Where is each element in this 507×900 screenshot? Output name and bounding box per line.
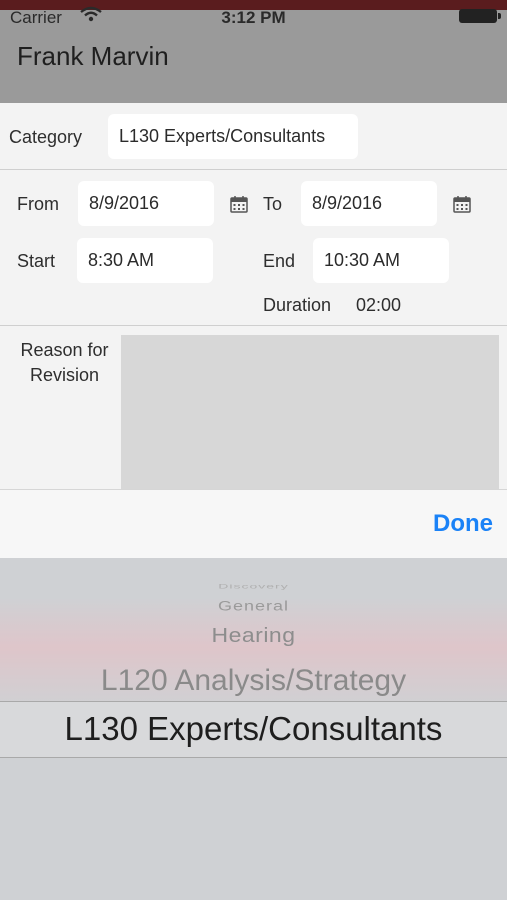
from-label: From bbox=[17, 194, 59, 214]
end-time-field[interactable]: 10:30 AM bbox=[313, 238, 449, 283]
picker-option[interactable]: L120 Analysis/Strategy bbox=[0, 664, 507, 698]
start-time-field[interactable]: 8:30 AM bbox=[77, 238, 213, 283]
to-date-field[interactable]: 8/9/2016 bbox=[301, 181, 437, 226]
from-calendar-icon[interactable] bbox=[230, 195, 248, 213]
done-button[interactable]: Done bbox=[433, 510, 493, 538]
reason-textarea[interactable] bbox=[121, 335, 499, 489]
category-picker[interactable]: Discovery General Hearing L120 Analysis/… bbox=[0, 558, 507, 900]
picker-option-selected[interactable]: L130 Experts/Consultants bbox=[0, 710, 507, 748]
category-field[interactable]: L130 Experts/Consultants bbox=[108, 114, 358, 159]
divider bbox=[0, 325, 507, 326]
status-time: 3:12 PM bbox=[221, 8, 286, 27]
picker-toolbar: Done bbox=[0, 489, 507, 558]
reason-label: Reason for Revision bbox=[17, 338, 112, 388]
reason-label-line1: Reason for bbox=[20, 340, 109, 360]
to-label: To bbox=[263, 194, 283, 214]
picker-option[interactable]: Discovery bbox=[0, 582, 507, 589]
start-label: Start bbox=[17, 251, 56, 271]
reason-label-line2: Revision bbox=[29, 365, 100, 385]
duration-label: Duration bbox=[263, 295, 332, 315]
picker-option[interactable]: Hearing bbox=[0, 623, 507, 647]
end-label: End bbox=[263, 251, 296, 271]
page-title: Frank Marvin bbox=[17, 41, 169, 71]
category-label: Category bbox=[9, 127, 83, 147]
battery-icon bbox=[459, 9, 501, 23]
picker-option[interactable]: General bbox=[0, 599, 507, 615]
duration-value: 02:00 bbox=[356, 295, 402, 315]
to-calendar-icon[interactable] bbox=[453, 195, 471, 213]
divider bbox=[0, 169, 507, 170]
from-date-field[interactable]: 8/9/2016 bbox=[78, 181, 214, 226]
